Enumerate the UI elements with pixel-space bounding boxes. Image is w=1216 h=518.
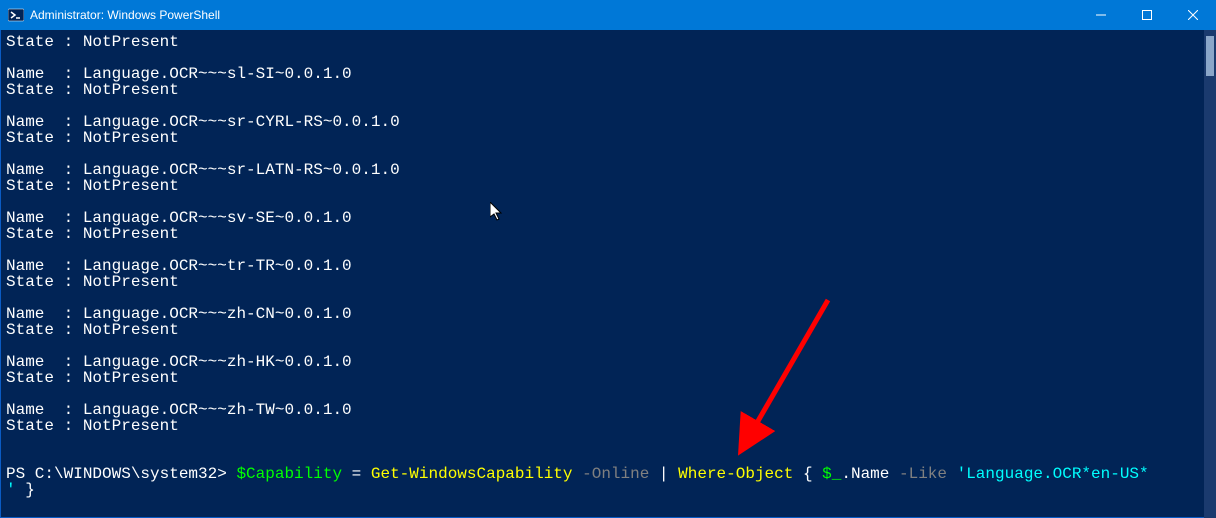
minimize-button[interactable]	[1078, 0, 1124, 30]
powershell-window: Administrator: Windows PowerShell State …	[0, 0, 1216, 518]
scrollbar[interactable]	[1204, 30, 1216, 518]
scrollbar-thumb[interactable]	[1206, 36, 1214, 76]
titlebar: Administrator: Windows PowerShell	[0, 0, 1216, 30]
powershell-icon	[8, 7, 24, 23]
window-title: Administrator: Windows PowerShell	[30, 8, 220, 22]
close-button[interactable]	[1170, 0, 1216, 30]
maximize-button[interactable]	[1124, 0, 1170, 30]
terminal-output[interactable]: State : NotPresent Name : Language.OCR~~…	[0, 30, 1204, 518]
